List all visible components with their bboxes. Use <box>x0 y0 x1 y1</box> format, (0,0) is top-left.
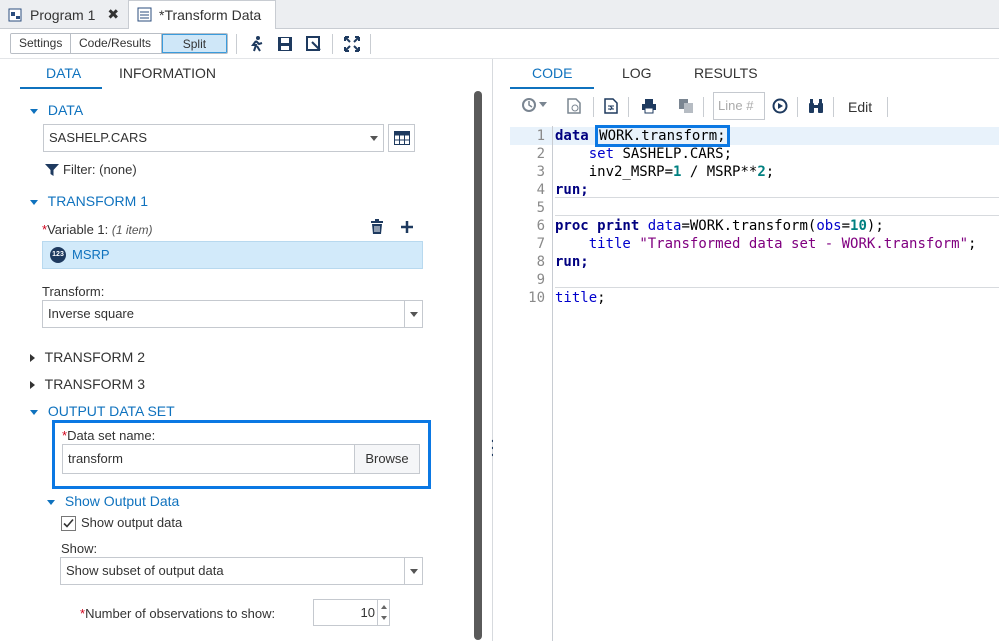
tab-program-1[interactable]: Program 1 ✖ <box>0 0 128 29</box>
chevron-down-icon[interactable] <box>404 301 422 327</box>
section-data-heading: DATA <box>47 102 84 118</box>
maximize-icon[interactable] <box>342 34 362 54</box>
code-line-2: set SASHELP.CARS; <box>588 146 733 162</box>
filter-text: Filter: (none) <box>63 162 137 177</box>
save-icon[interactable] <box>275 34 295 54</box>
split-view-button[interactable]: Split <box>161 34 227 53</box>
close-icon[interactable]: ✖ <box>107 6 119 23</box>
main-toolbar: Settings Code/Results Split <box>0 29 999 59</box>
section-transform2-toggle[interactable]: TRANSFORM 2 <box>30 349 145 365</box>
toolbar-divider <box>236 34 237 54</box>
run-icon[interactable] <box>246 34 266 54</box>
settings-view-button[interactable]: Settings <box>11 34 71 53</box>
tab-information[interactable]: INFORMATION <box>119 65 216 81</box>
checkmark-icon <box>63 518 74 528</box>
code-line-10: title; <box>555 290 606 306</box>
code-line-1: data WORK.transform; <box>555 125 730 147</box>
left-scrollbar[interactable] <box>474 91 482 640</box>
variable-count: (1 item) <box>111 223 153 237</box>
section-transform3-toggle[interactable]: TRANSFORM 3 <box>30 376 145 392</box>
dataset-select[interactable]: SASHELP.CARS <box>43 124 384 152</box>
transform-label: Transform: <box>42 284 105 299</box>
section-transform3-heading: TRANSFORM 3 <box>44 376 145 392</box>
dataset-name-label: *Data set name: <box>62 428 156 443</box>
code-line-4: run; <box>555 182 589 198</box>
active-tab-indicator <box>20 87 102 89</box>
dataset-name-value: transform <box>68 451 123 466</box>
numeric-variable-icon: 123 <box>50 247 66 263</box>
code-highlight-box: WORK.transform; <box>595 125 730 147</box>
document-tab-strip: Program 1 ✖ *Transform Data <box>0 0 999 30</box>
section-output-heading: OUTPUT DATA SET <box>47 403 175 419</box>
section-transform1-toggle[interactable]: TRANSFORM 1 <box>30 193 148 209</box>
code-line-3: inv2_MSRP=1 / MSRP**2; <box>588 164 775 180</box>
view-toggle: Settings Code/Results Split <box>10 33 228 54</box>
settings-tabs: DATA INFORMATION <box>0 59 492 89</box>
chevron-down-icon[interactable] <box>404 558 422 584</box>
browse-button[interactable]: Browse <box>354 444 420 474</box>
show-output-heading: Show Output Data <box>64 493 180 509</box>
trash-icon[interactable] <box>370 219 384 238</box>
task-icon <box>137 7 153 23</box>
toolbar-divider <box>370 34 371 54</box>
tab-transform-data[interactable]: *Transform Data <box>128 0 276 30</box>
code-line-8: run; <box>555 254 589 270</box>
chevron-down-icon[interactable] <box>365 125 383 151</box>
filter-icon <box>45 163 59 176</box>
transform-select[interactable]: Inverse square <box>42 300 423 328</box>
spinner-buttons[interactable] <box>377 600 389 625</box>
section-output-toggle[interactable]: OUTPUT DATA SET <box>30 403 175 419</box>
variable-name: MSRP <box>72 247 110 262</box>
variable-list-item[interactable]: 123 MSRP <box>42 241 423 269</box>
code-results-view-button[interactable]: Code/Results <box>71 34 162 53</box>
plus-icon[interactable] <box>400 220 414 237</box>
tab-data[interactable]: DATA <box>46 65 81 81</box>
code-pane: CODE LOG RESULTS Line # Edit 1 2 3 4 5 6… <box>493 59 999 641</box>
select-table-button[interactable] <box>388 124 415 152</box>
variable-label: *Variable 1: (1 item) <box>42 222 153 237</box>
section-data-toggle[interactable]: DATA <box>30 102 83 118</box>
program-icon <box>8 7 24 23</box>
code-line-7: title "Transformed data set - WORK.trans… <box>588 236 977 252</box>
dataset-value: SASHELP.CARS <box>49 130 148 145</box>
show-output-checkbox[interactable] <box>61 516 76 531</box>
show-output-toggle[interactable]: Show Output Data <box>47 493 179 509</box>
settings-pane: DATA INFORMATION DATA SASHELP.CARS Filte… <box>0 59 492 641</box>
transform-value: Inverse square <box>48 306 134 321</box>
section-transform2-heading: TRANSFORM 2 <box>44 349 145 365</box>
show-label: Show: <box>61 541 98 556</box>
save-as-icon[interactable] <box>304 34 324 54</box>
table-icon <box>393 131 410 145</box>
show-value: Show subset of output data <box>66 563 224 578</box>
toolbar-divider <box>332 34 333 54</box>
code-editor[interactable]: data WORK.transform; set SASHELP.CARS; i… <box>493 59 999 641</box>
show-output-checkbox-label: Show output data <box>81 515 183 530</box>
section-transform1-heading: TRANSFORM 1 <box>47 193 148 209</box>
filter-row[interactable]: Filter: (none) <box>45 162 137 177</box>
observations-label: *Number of observations to show: <box>80 606 276 621</box>
show-select[interactable]: Show subset of output data <box>60 557 423 585</box>
code-line-6: proc print data=WORK.transform(obs=10); <box>555 218 884 234</box>
dataset-name-input[interactable]: transform <box>62 444 355 474</box>
tab-label: Program 1 <box>30 6 96 23</box>
observations-value: 10 <box>360 605 375 620</box>
observations-spinner[interactable]: 10 <box>313 599 390 626</box>
tab-label: *Transform Data <box>159 7 262 23</box>
